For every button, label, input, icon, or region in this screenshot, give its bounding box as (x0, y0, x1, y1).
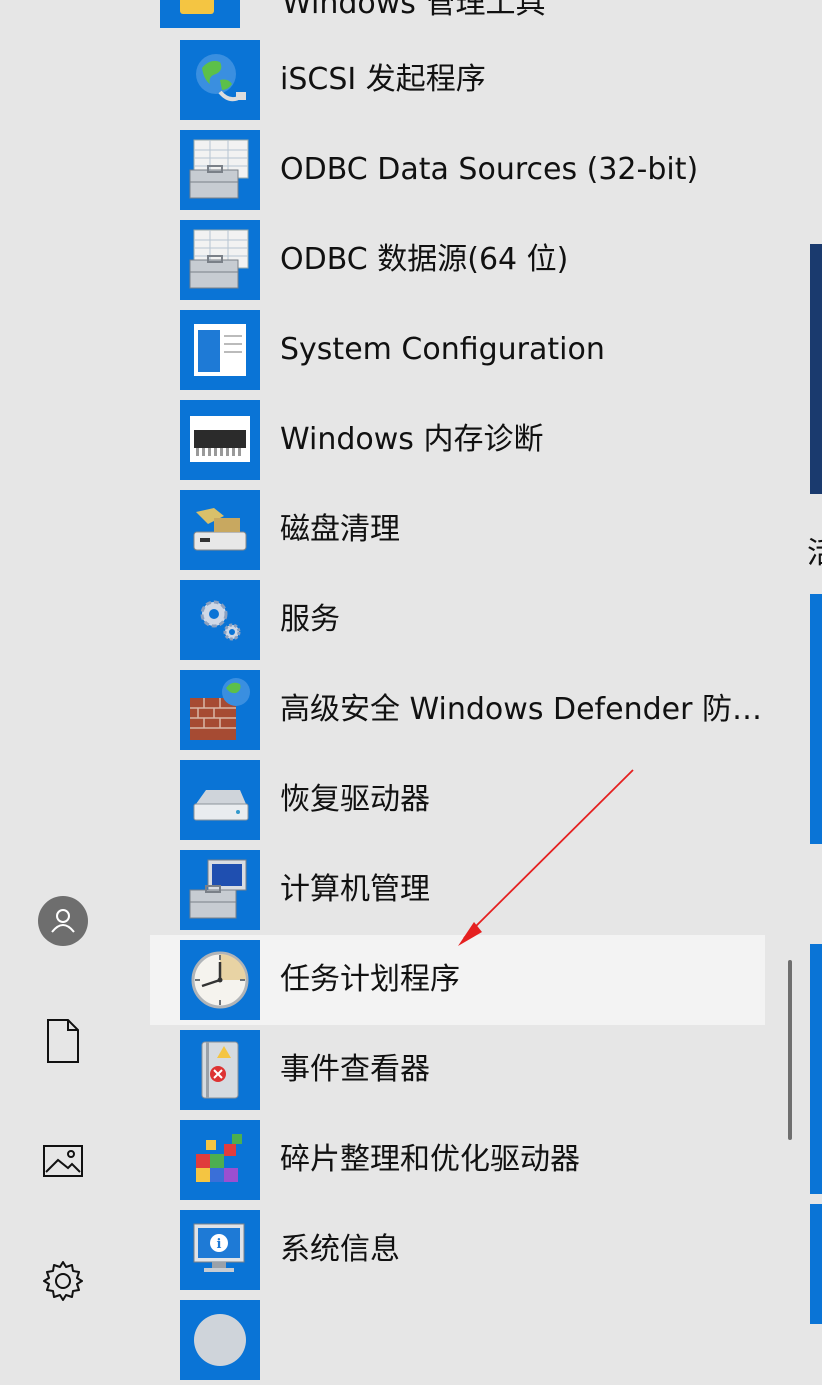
app-label: 磁盘清理 (280, 512, 400, 547)
pictures-icon[interactable] (38, 1136, 88, 1186)
live-tile-edge-1[interactable] (810, 594, 822, 844)
app-item-services[interactable]: 服务 (150, 575, 765, 665)
app-label: System Configuration (280, 332, 605, 367)
firewall-icon (180, 670, 260, 750)
app-item-system-configuration[interactable]: System Configuration (150, 305, 765, 395)
app-label: 碎片整理和优化驱动器 (280, 1142, 580, 1177)
app-item-computer-management[interactable]: 计算机管理 (150, 845, 765, 935)
app-label: ODBC Data Sources (32-bit) (280, 152, 699, 187)
app-icon-partial (180, 1300, 260, 1380)
app-label: iSCSI 发起程序 (280, 62, 486, 97)
app-label: 任务计划程序 (280, 962, 460, 997)
drive-icon (180, 760, 260, 840)
app-label: 高级安全 Windows Defender 防… (280, 692, 762, 727)
document-icon[interactable] (38, 1016, 88, 1066)
app-item-defrag[interactable]: 碎片整理和优化驱动器 (150, 1115, 765, 1205)
scrollbar-thumb[interactable] (788, 960, 792, 1140)
gear-icon[interactable] (38, 1256, 88, 1306)
computer-management-icon (180, 850, 260, 930)
live-tile-label-edge: 活 (807, 528, 822, 572)
event-log-icon (180, 1030, 260, 1110)
app-item-partial[interactable] (150, 1295, 765, 1385)
folder-icon (180, 0, 214, 14)
app-label: 系统信息 (280, 1232, 400, 1267)
app-item-recovery-drive[interactable]: 恢复驱动器 (150, 755, 765, 845)
app-item-task-scheduler[interactable]: 任务计划程序 (150, 935, 765, 1025)
app-item-event-viewer[interactable]: 事件查看器 (150, 1025, 765, 1115)
user-account-icon[interactable] (38, 896, 88, 946)
globe-network-icon (180, 40, 260, 120)
toolbox-table-icon (180, 130, 260, 210)
monitor-info-icon: i (180, 1210, 260, 1290)
folder-tile[interactable] (160, 0, 240, 28)
app-item-disk-cleanup[interactable]: 磁盘清理 (150, 485, 765, 575)
defrag-icon (180, 1120, 260, 1200)
app-item-system-information[interactable]: i 系统信息 (150, 1205, 765, 1295)
toolbox-table-icon (180, 220, 260, 300)
app-item-memory-diagnostic[interactable]: Windows 内存诊断 (150, 395, 765, 485)
app-label: 服务 (280, 602, 340, 637)
window-config-icon (180, 310, 260, 390)
live-tile-edge-3[interactable] (810, 1204, 822, 1324)
app-label: 恢复驱动器 (280, 782, 430, 817)
app-item-iscsi[interactable]: iSCSI 发起程序 (150, 35, 765, 125)
folder-label[interactable]: Windows 管理工具 (282, 0, 545, 22)
app-item-odbc-32[interactable]: ODBC Data Sources (32-bit) (150, 125, 765, 215)
app-label: Windows 内存诊断 (280, 422, 544, 457)
live-tile-dark-edge[interactable] (810, 244, 822, 494)
memory-chip-icon (180, 400, 260, 480)
clock-icon (180, 940, 260, 1020)
app-label: 事件查看器 (280, 1052, 430, 1087)
disk-cleanup-icon (180, 490, 260, 570)
svg-text:i: i (217, 1237, 222, 1252)
app-label: 计算机管理 (280, 872, 430, 907)
live-tile-edge-2[interactable] (810, 944, 822, 1194)
app-label: ODBC 数据源(64 位) (280, 242, 569, 277)
gears-icon (180, 580, 260, 660)
app-item-odbc-64[interactable]: ODBC 数据源(64 位) (150, 215, 765, 305)
app-item-defender-firewall[interactable]: 高级安全 Windows Defender 防… (150, 665, 765, 755)
